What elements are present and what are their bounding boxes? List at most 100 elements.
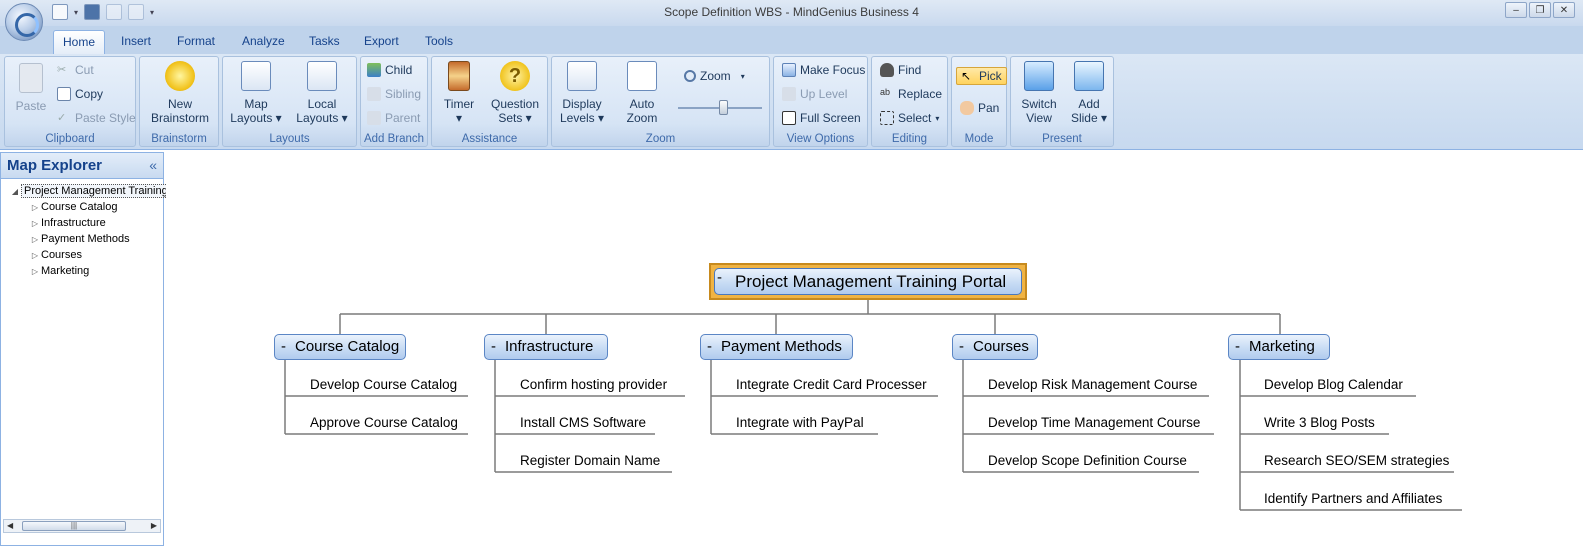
collapsed-triangle-icon[interactable]: ▷ xyxy=(29,248,41,264)
tree-root-node[interactable]: ◢ Project Management Training Portal xyxy=(1,183,203,200)
add-child-button[interactable]: Child xyxy=(367,63,412,77)
paste-button[interactable]: Paste xyxy=(11,63,51,113)
tree-node-course-catalog[interactable]: ▷ Course Catalog xyxy=(1,199,163,215)
tab-tasks[interactable]: Tasks xyxy=(300,30,349,54)
present-group: Switch View Add Slide ▾ Present xyxy=(1010,56,1114,147)
zoom-slider-handle[interactable] xyxy=(719,100,728,115)
scissors-icon: ✂ xyxy=(57,64,67,76)
scrollbar-thumb[interactable]: ||| xyxy=(22,521,126,531)
collapsed-triangle-icon[interactable]: ▷ xyxy=(29,264,41,280)
collapse-branch-icon[interactable]: - xyxy=(959,335,964,359)
add-child-icon xyxy=(367,63,381,77)
subtopic[interactable]: Approve Course Catalog xyxy=(310,415,458,430)
branch-course-catalog[interactable]: - Course Catalog xyxy=(274,334,406,360)
subtopic[interactable]: Develop Scope Definition Course xyxy=(988,453,1187,468)
application-menu-button[interactable] xyxy=(5,3,43,41)
subtopic[interactable]: Identify Partners and Affiliates xyxy=(1264,491,1442,506)
expanded-triangle-icon[interactable]: ◢ xyxy=(9,184,21,200)
close-icon[interactable]: ✕ xyxy=(1553,2,1575,18)
full-screen-button[interactable]: Full Screen xyxy=(782,111,861,125)
display-levels-button[interactable]: Display Levels ▾ xyxy=(556,61,608,125)
new-brainstorm-button[interactable]: New Brainstorm xyxy=(144,61,216,125)
make-focus-button[interactable]: Make Focus xyxy=(782,63,865,77)
subtopic[interactable]: Register Domain Name xyxy=(520,453,660,468)
collapse-branch-icon[interactable]: - xyxy=(707,335,712,359)
local-layouts-button[interactable]: Local Layouts ▾ xyxy=(291,61,353,125)
find-button[interactable]: Find xyxy=(880,63,921,77)
switch-view-button[interactable]: Switch View xyxy=(1015,61,1063,125)
collapsed-triangle-icon[interactable]: ▷ xyxy=(29,232,41,248)
question-icon: ? xyxy=(500,61,530,91)
zoom-slider[interactable] xyxy=(678,100,762,115)
subtopic[interactable]: Integrate Credit Card Processer xyxy=(736,377,927,392)
zoom-dropdown[interactable]: Zoom ▾ xyxy=(684,69,745,83)
pick-mode-button[interactable]: ↖ Pick xyxy=(956,67,1007,85)
magnifier-icon xyxy=(684,70,696,82)
replace-button[interactable]: ab Replace xyxy=(880,87,942,101)
map-canvas[interactable]: - Project Management Training Portal - C… xyxy=(166,152,1583,546)
tree-node-payment-methods[interactable]: ▷ Payment Methods xyxy=(1,231,163,247)
collapsed-triangle-icon[interactable]: ▷ xyxy=(29,216,41,232)
tree-node-marketing[interactable]: ▷ Marketing xyxy=(1,263,163,279)
add-parent-button[interactable]: Parent xyxy=(367,111,420,125)
horizontal-scrollbar[interactable]: ◀ ||| ▶ xyxy=(3,519,161,533)
local-layout-icon xyxy=(307,61,337,91)
collapse-branch-icon[interactable]: - xyxy=(1235,335,1240,359)
brush-icon: ✓ xyxy=(57,112,67,124)
branch-payment-methods[interactable]: - Payment Methods xyxy=(700,334,853,360)
subtopic[interactable]: Develop Time Management Course xyxy=(988,415,1200,430)
copy-button[interactable]: Copy xyxy=(57,87,103,101)
pan-mode-button[interactable]: Pan xyxy=(960,101,999,115)
scroll-right-icon[interactable]: ▶ xyxy=(151,520,157,532)
branch-infrastructure[interactable]: - Infrastructure xyxy=(484,334,608,360)
collapse-panel-icon[interactable]: « xyxy=(149,157,157,173)
tree-node-infrastructure[interactable]: ▷ Infrastructure xyxy=(1,215,163,231)
tab-tools[interactable]: Tools xyxy=(416,30,462,54)
auto-zoom-button[interactable]: Auto Zoom xyxy=(614,61,670,125)
subtopic[interactable]: Develop Course Catalog xyxy=(310,377,457,392)
tab-home[interactable]: Home xyxy=(53,30,106,54)
root-topic[interactable]: - Project Management Training Portal xyxy=(714,268,1022,295)
binoculars-icon xyxy=(880,63,894,77)
restore-icon[interactable]: ❐ xyxy=(1529,2,1551,18)
map-layouts-button[interactable]: Map Layouts ▾ xyxy=(225,61,287,125)
full-screen-icon xyxy=(782,111,796,125)
subtopic[interactable]: Write 3 Blog Posts xyxy=(1264,415,1375,430)
root-topic-frame[interactable]: - Project Management Training Portal xyxy=(709,263,1027,300)
collapsed-triangle-icon[interactable]: ▷ xyxy=(29,200,41,216)
group-label-editing: Editing xyxy=(891,133,928,145)
subtopic[interactable]: Integrate with PayPal xyxy=(736,415,864,430)
map-tree: ◢ Project Management Training Portal ▷ Cou… xyxy=(1,179,203,279)
cut-button[interactable]: ✂ Cut xyxy=(57,63,94,77)
switch-view-icon xyxy=(1024,61,1054,91)
tab-insert[interactable]: Insert xyxy=(112,30,160,54)
scroll-left-icon[interactable]: ◀ xyxy=(7,520,13,532)
select-button[interactable]: Select ▾ xyxy=(880,111,939,125)
subtopic[interactable]: Install CMS Software xyxy=(520,415,646,430)
subtopic[interactable]: Research SEO/SEM strategies xyxy=(1264,453,1449,468)
paste-style-button[interactable]: ✓ Paste Style xyxy=(57,111,136,125)
tab-analyze[interactable]: Analyze xyxy=(233,30,294,54)
up-level-button[interactable]: Up Level xyxy=(782,87,847,101)
add-sibling-button[interactable]: Sibling xyxy=(367,87,421,101)
collapse-branch-icon[interactable]: - xyxy=(491,335,496,359)
subtopic[interactable]: Confirm hosting provider xyxy=(520,377,667,392)
subtopic[interactable]: Develop Blog Calendar xyxy=(1264,377,1403,392)
tab-format[interactable]: Format xyxy=(168,30,224,54)
question-sets-button[interactable]: ? Question Sets ▾ xyxy=(484,61,546,125)
collapse-branch-icon[interactable]: - xyxy=(717,265,722,290)
minimize-icon[interactable]: – xyxy=(1505,2,1527,18)
tab-export[interactable]: Export xyxy=(355,30,408,54)
subtopic[interactable]: Develop Risk Management Course xyxy=(988,377,1197,392)
branch-courses[interactable]: - Courses xyxy=(952,334,1038,360)
branch-marketing[interactable]: - Marketing xyxy=(1228,334,1330,360)
chevron-down-icon: ▾ xyxy=(935,113,940,123)
add-slide-button[interactable]: Add Slide ▾ xyxy=(1065,61,1113,125)
tree-node-courses[interactable]: ▷ Courses xyxy=(1,247,163,263)
hand-icon xyxy=(960,101,974,115)
timer-button[interactable]: Timer ▾ xyxy=(436,61,482,125)
collapse-branch-icon[interactable]: - xyxy=(281,335,286,359)
add-slide-icon xyxy=(1074,61,1104,91)
copy-icon xyxy=(57,87,71,101)
chevron-down-icon: ▾ xyxy=(740,71,745,81)
